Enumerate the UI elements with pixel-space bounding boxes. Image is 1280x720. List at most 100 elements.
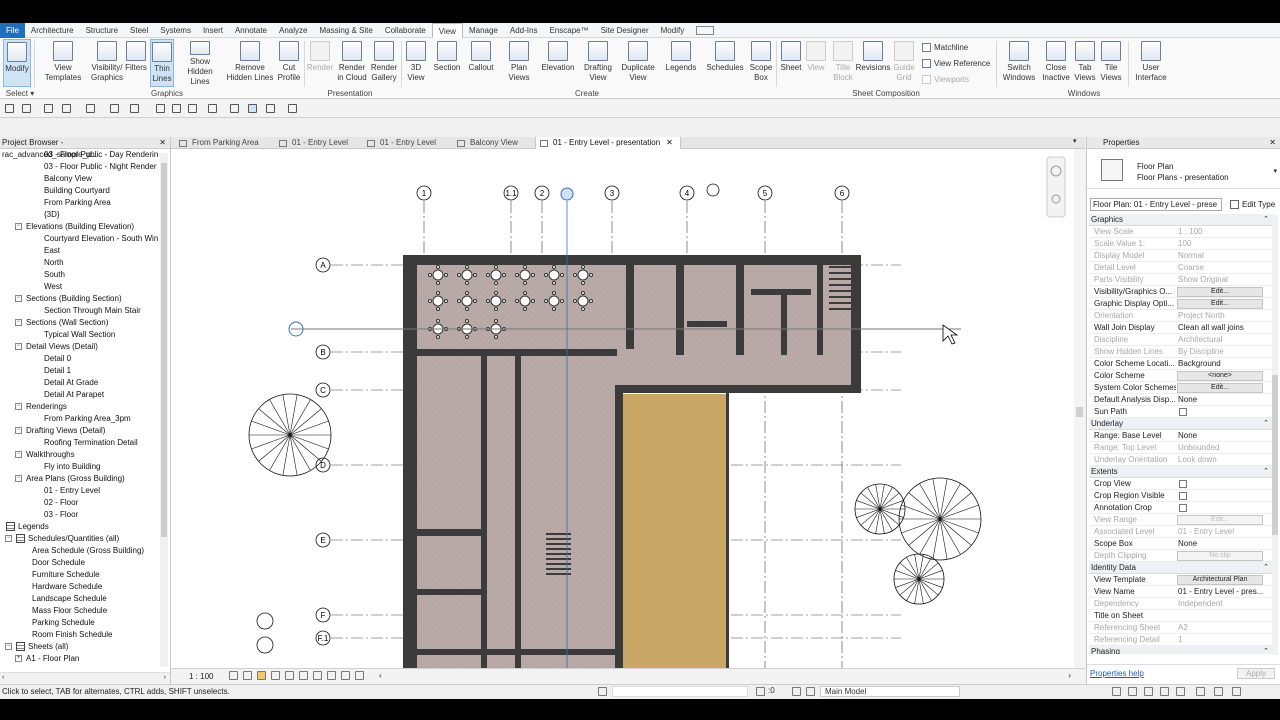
grid-bubble-row[interactable]: A: [315, 257, 331, 273]
property-value[interactable]: Architectural: [1177, 334, 1273, 346]
property-section-header[interactable]: Phasing ⌃: [1089, 646, 1273, 654]
view-scale-label[interactable]: 1 : 100: [189, 672, 213, 681]
canvas-scroll-thumb[interactable]: [1076, 407, 1083, 417]
project-browser-scrollbar[interactable]: [160, 153, 168, 667]
editable-only-icon[interactable]: [756, 687, 765, 696]
tree-item[interactable]: 01 - Entry Level: [44, 486, 100, 495]
tree-item[interactable]: Room Finish Schedule: [32, 630, 112, 639]
tree-item[interactable]: Parking Schedule: [32, 618, 95, 627]
grid-bubble-col[interactable]: 2: [534, 185, 550, 201]
tree-item[interactable]: East: [44, 246, 60, 255]
render-gallery-button[interactable]: Render Gallery: [369, 39, 399, 87]
scope-box-button[interactable]: Scope Box: [748, 39, 774, 87]
property-value[interactable]: Unbounded: [1177, 442, 1273, 454]
menu-tab-add-ins[interactable]: Add-Ins: [504, 23, 544, 38]
property-edit-button[interactable]: Edit...: [1177, 299, 1263, 309]
tree-item[interactable]: 02 - Floor: [44, 498, 78, 507]
tree-item[interactable]: South: [44, 270, 65, 279]
tree-item[interactable]: {3D}: [44, 210, 60, 219]
tree-item[interactable]: − Sections (Wall Section): [15, 318, 108, 327]
collapse-icon[interactable]: ⌃: [1263, 418, 1269, 430]
menu-tab-systems[interactable]: Systems: [154, 23, 197, 38]
tree-item[interactable]: 03 - Floor Public - Day Renderin: [44, 150, 158, 159]
view-tab[interactable]: From Parking Area: [175, 137, 273, 149]
reveal-hidden-icon[interactable]: [355, 671, 364, 680]
apply-button[interactable]: Apply: [1237, 668, 1275, 679]
drafting-view-button[interactable]: Drafting View: [581, 39, 615, 87]
property-section-header[interactable]: Underlay ⌃: [1089, 418, 1273, 430]
expand-icon[interactable]: +: [15, 655, 22, 662]
grid-bubble-col[interactable]: 5: [757, 185, 773, 201]
guide-grid-button[interactable]: Guide Grid: [892, 39, 916, 87]
filter-icon[interactable]: [792, 687, 801, 696]
collapse-icon[interactable]: −: [15, 343, 22, 350]
collapse-icon[interactable]: −: [15, 295, 22, 302]
tab-views-button[interactable]: Tab Views: [1073, 39, 1097, 87]
menu-tab-enscape-[interactable]: Enscape™: [543, 23, 594, 38]
tree-item[interactable]: − Renderings: [15, 402, 67, 411]
elevation-button[interactable]: Elevation: [539, 39, 577, 87]
view-templates-button[interactable]: View Templates: [45, 39, 81, 87]
tree-item[interactable]: Building Courtyard: [44, 186, 110, 195]
grid-bubble-row[interactable]: F.1: [315, 630, 331, 646]
render-in-cloud-button[interactable]: Render in Cloud: [336, 39, 368, 87]
detail-level-icon[interactable]: [229, 671, 238, 680]
worksets-icon[interactable]: [598, 687, 607, 696]
scroll-right-icon[interactable]: ›: [164, 674, 166, 681]
tree-item[interactable]: Legends: [6, 522, 49, 531]
select-dropdown[interactable]: Select ▾: [2, 89, 38, 98]
tree-item[interactable]: Mass Floor Schedule: [32, 606, 107, 615]
temporary-hide-icon[interactable]: [341, 671, 350, 680]
show-hidden-lines-button[interactable]: Show Hidden Lines: [178, 39, 222, 87]
legends-button[interactable]: Legends: [663, 39, 699, 87]
title-block-button[interactable]: Title Block: [830, 39, 856, 87]
collapse-icon[interactable]: −: [15, 475, 22, 482]
property-edit-button[interactable]: No clip: [1177, 551, 1263, 561]
section-view-icon[interactable]: [230, 104, 239, 113]
filter-funnel-icon[interactable]: [1232, 687, 1241, 696]
visibility-graphics-button[interactable]: Visibility/ Graphics: [87, 39, 127, 87]
grid-bubble-row[interactable]: B: [315, 344, 331, 360]
view-tab[interactable]: 01 - Entry Level: [275, 137, 365, 149]
view-tab[interactable]: 01 - Entry Level - presentation ✕: [535, 137, 681, 149]
revisions-button[interactable]: Revisions: [855, 39, 891, 87]
tree-item[interactable]: North: [44, 258, 64, 267]
background-processes-icon[interactable]: [1196, 687, 1205, 696]
property-value[interactable]: Look down: [1177, 454, 1273, 466]
collapse-icon[interactable]: −: [15, 451, 22, 458]
property-section-header[interactable]: Graphics ⌃: [1089, 214, 1273, 226]
ribbon-minimize-icon[interactable]: [696, 25, 715, 35]
grid-bubble-row[interactable]: F: [315, 607, 331, 623]
user-interface-button[interactable]: User Interface: [1134, 39, 1168, 87]
visual-style-icon[interactable]: [243, 671, 252, 680]
scroll-thumb[interactable]: [161, 163, 167, 537]
save-icon[interactable]: [22, 104, 31, 113]
properties-help-link[interactable]: Properties help: [1090, 669, 1144, 678]
tab-overflow-dropdown[interactable]: ▾: [1073, 137, 1077, 145]
filters-button[interactable]: Filters: [125, 39, 147, 87]
undo-icon[interactable]: [62, 104, 71, 113]
switch-windows-qat-icon[interactable]: [288, 104, 297, 113]
menu-tab-file[interactable]: File: [0, 22, 25, 38]
close-tab-icon[interactable]: ✕: [666, 137, 673, 149]
tree-item[interactable]: Detail 1: [44, 366, 71, 375]
tree-item[interactable]: Detail At Grade: [44, 378, 98, 387]
duplicate-view-button[interactable]: Duplicate View: [620, 39, 656, 87]
collapse-icon[interactable]: ⌃: [1263, 646, 1269, 654]
3d-view-button[interactable]: 3D View: [404, 39, 428, 87]
property-checkbox[interactable]: [1179, 480, 1187, 488]
select-by-face-icon[interactable]: [1160, 687, 1169, 696]
text-icon[interactable]: [188, 104, 197, 113]
collapse-icon[interactable]: −: [15, 223, 22, 230]
property-value[interactable]: Project North: [1177, 310, 1273, 322]
tree-item[interactable]: − Elevations (Building Elevation): [15, 222, 134, 231]
tree-item[interactable]: 03 - Floor: [44, 510, 78, 519]
property-value[interactable]: 1: [1177, 634, 1273, 646]
chevron-down-icon[interactable]: ▾: [1273, 167, 1277, 175]
callout-button[interactable]: Callout: [466, 39, 496, 87]
select-underlay-icon[interactable]: [1128, 687, 1137, 696]
menu-tab-annotate[interactable]: Annotate: [229, 23, 273, 38]
view-tab[interactable]: 01 - Entry Level: [363, 137, 453, 149]
menu-tab-modify[interactable]: Modify: [655, 23, 691, 38]
menu-tab-collaborate[interactable]: Collaborate: [379, 23, 432, 38]
